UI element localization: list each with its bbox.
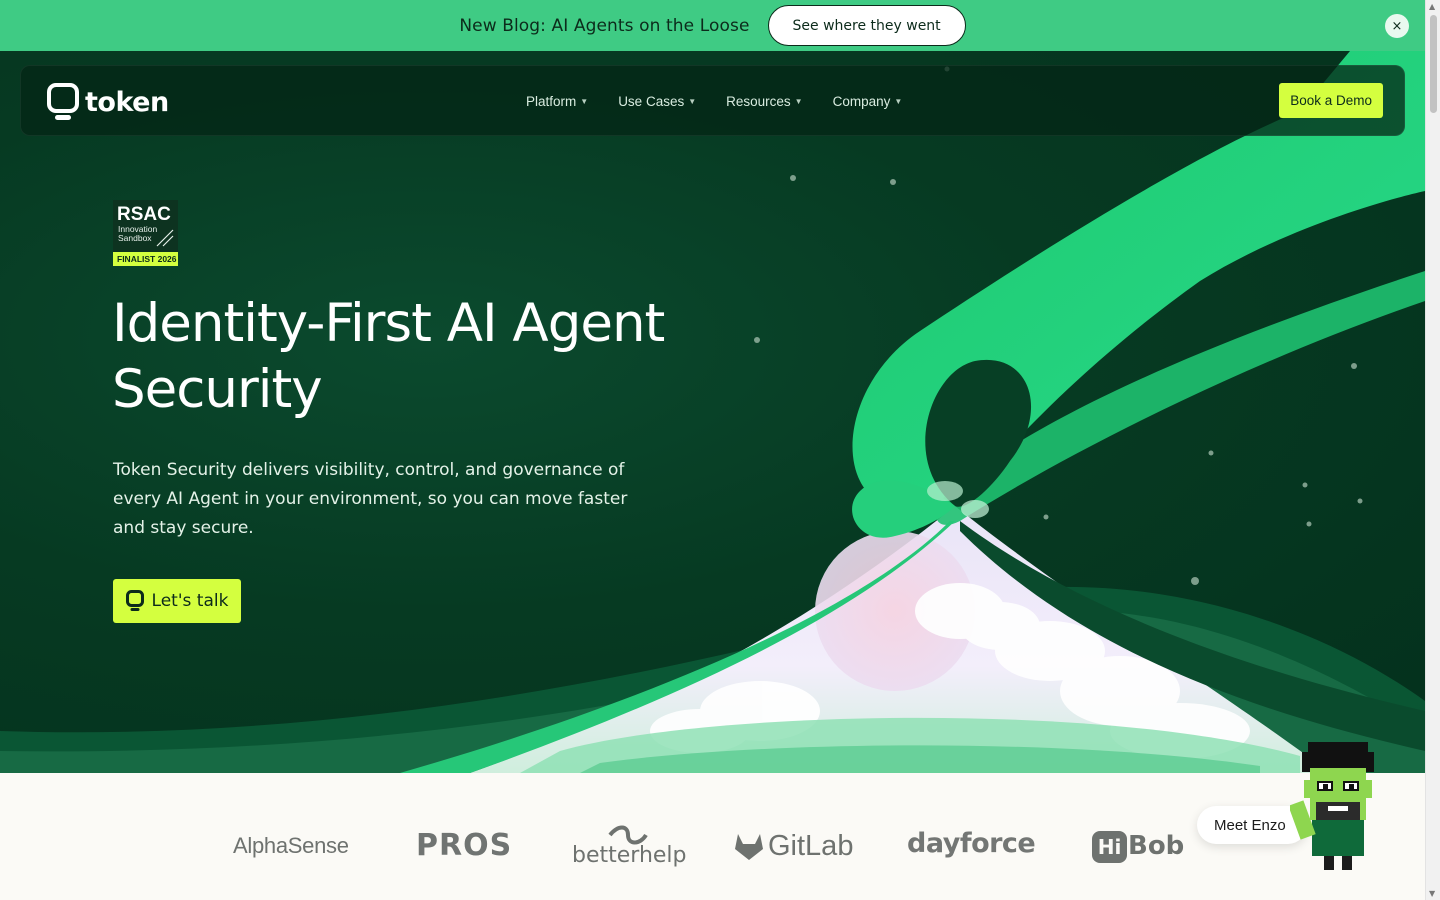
badge-line-sandbox: Sandbox xyxy=(118,233,152,243)
scrollbar-thumb[interactable] xyxy=(1430,15,1437,113)
page-scrollbar[interactable]: ▲ ▼ xyxy=(1425,0,1440,900)
nav-item-label: Resources xyxy=(726,94,791,109)
token-logo-icon xyxy=(47,83,79,120)
announcement-bar: New Blog: AI Agents on the Loose See whe… xyxy=(0,0,1425,51)
caret-down-icon: ▼ xyxy=(894,97,903,106)
nav-item-label: Use Cases xyxy=(618,94,685,109)
book-demo-button[interactable]: Book a Demo xyxy=(1279,83,1383,118)
hibob-hi-box: Hi xyxy=(1092,831,1127,863)
client-logo-gitlab: GitLab xyxy=(768,830,854,862)
nav-item-label: Company xyxy=(832,94,891,109)
gitlab-fox-icon xyxy=(735,834,763,860)
betterhelp-leaf-icon xyxy=(608,825,648,845)
logo-text: token xyxy=(85,86,169,118)
token-logo[interactable]: token xyxy=(47,83,169,121)
nav-item-platform[interactable]: Platform ▼ xyxy=(526,94,588,109)
client-logo-betterhelp: betterhelp xyxy=(572,843,687,868)
client-logo-hibob: Bob xyxy=(1128,831,1185,861)
badge-title: RSAC xyxy=(117,204,171,225)
announcement-link-button[interactable]: See where they went xyxy=(767,5,966,46)
hero-subcopy: Token Security delivers visibility, cont… xyxy=(113,460,628,538)
main-nav: token Platform ▼ Use Cases ▼ Resources ▼… xyxy=(20,65,1405,136)
token-logo-icon xyxy=(125,590,144,611)
rsac-finalist-badge: RSAC Innovation Sandbox FINALIST 2026 xyxy=(113,200,178,266)
scroll-up-icon[interactable]: ▲ xyxy=(1429,2,1435,11)
nav-item-label: Platform xyxy=(526,94,577,109)
client-logo-pros: PROS xyxy=(416,828,513,863)
caret-down-icon: ▼ xyxy=(794,97,803,106)
hero-headline: Identity-First AI Agent Security xyxy=(112,293,665,420)
lets-talk-button[interactable]: Let's talk xyxy=(113,579,241,623)
lets-talk-label: Let's talk xyxy=(151,591,229,611)
scroll-down-icon[interactable]: ▼ xyxy=(1429,889,1435,898)
announcement-text: New Blog: AI Agents on the Loose xyxy=(459,15,750,36)
close-icon[interactable]: × xyxy=(1385,14,1409,38)
nav-item-resources[interactable]: Resources ▼ xyxy=(726,94,802,109)
badge-finalist: FINALIST 2026 xyxy=(117,254,177,264)
nav-item-use-cases[interactable]: Use Cases ▼ xyxy=(618,94,696,109)
caret-down-icon: ▼ xyxy=(688,97,697,106)
client-logo-alphasense: AlphaSense xyxy=(233,833,349,858)
client-logo-dayforce: dayforce xyxy=(907,828,1036,859)
enzo-mascot-avatar[interactable] xyxy=(1290,740,1385,875)
nav-item-company[interactable]: Company ▼ xyxy=(833,94,903,109)
nav-menu: Platform ▼ Use Cases ▼ Resources ▼ Compa… xyxy=(526,66,902,137)
hero-section: token Platform ▼ Use Cases ▼ Resources ▼… xyxy=(0,51,1425,773)
caret-down-icon: ▼ xyxy=(580,97,589,106)
